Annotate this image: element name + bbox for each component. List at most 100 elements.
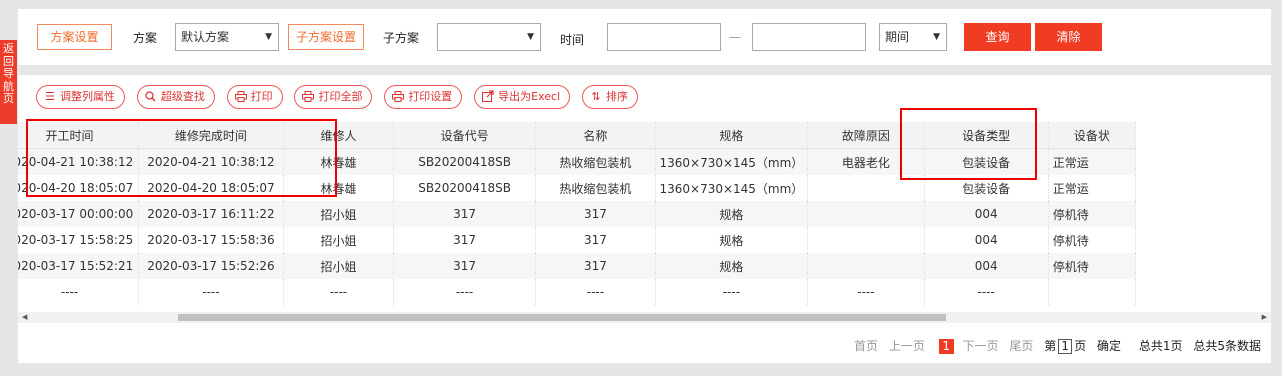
cell-device-type: 004	[924, 227, 1049, 253]
subscheme-label: 子方案	[383, 31, 420, 45]
export-excel-label: 导出为Execl	[498, 90, 561, 103]
time-label: 时间	[560, 33, 585, 47]
table-header-row: 开工时间 维修完成时间 维修人 设备代号 名称 规格 故障原因 设备类型 设备状	[18, 122, 1137, 149]
page-number-input[interactable]: 1	[1058, 339, 1073, 354]
table-row[interactable]: 2020-04-20 18:05:07 2020-04-20 18:05:07 林春…	[18, 175, 1137, 201]
prev-page-link[interactable]: 上一页	[889, 339, 925, 353]
cell-repairer: 招小姐	[283, 253, 394, 279]
cell-spec: 规格	[655, 253, 809, 279]
cell-device-type: 包装设备	[924, 148, 1049, 175]
subscheme-select[interactable]: ▼	[437, 23, 541, 51]
table-row[interactable]: 002020-03-17 15:58:252020-03-17 15:58:36…	[18, 227, 1137, 253]
column-header-device-type[interactable]: 设备类型	[924, 122, 1049, 149]
column-header-spec[interactable]: 规格	[655, 122, 809, 149]
advanced-search-label: 超级查找	[160, 90, 205, 103]
export-icon	[482, 86, 494, 108]
main-panel: ☰ 调整列属性 超级查找 打印 打印全部 打印设置 导出为Execl ⇅ 排序	[18, 75, 1271, 363]
cell-finish-time: 2020-04-21 10:38:12	[138, 148, 285, 175]
current-page-number[interactable]: 1	[938, 339, 954, 354]
next-page-link[interactable]: 下一页	[963, 339, 999, 353]
print-all-button[interactable]: 打印全部	[294, 85, 373, 109]
cell-name: 317	[535, 227, 656, 253]
cell-finish-time: ----	[138, 279, 285, 305]
print-settings-button[interactable]: 打印设置	[384, 85, 463, 109]
total-records: 总共5条数据	[1193, 339, 1261, 353]
query-button[interactable]: 查询	[964, 23, 1031, 51]
adjust-columns-button[interactable]: ☰ 调整列属性	[36, 85, 125, 109]
column-header-finish-time[interactable]: 维修完成时间	[138, 122, 285, 149]
scheme-select[interactable]: 默认方案 ▼	[175, 23, 279, 51]
first-page-link[interactable]: 首页	[854, 339, 878, 353]
chevron-down-icon: ▼	[933, 32, 940, 42]
scroll-right-icon[interactable]: ▶	[1262, 312, 1267, 323]
column-header-repairer[interactable]: 维修人	[283, 122, 394, 149]
table-row[interactable]: 002020-03-17 00:00:002020-03-17 16:11:22…	[18, 201, 1137, 227]
sort-button[interactable]: ⇅ 排序	[581, 85, 638, 109]
cell-spec: 1360×730×145（mm）	[655, 148, 809, 175]
scheme-settings-button[interactable]: 方案设置	[37, 24, 112, 50]
scrollbar-thumb[interactable]	[178, 314, 946, 321]
horizontal-scrollbar[interactable]: ◀ ▶	[18, 312, 1271, 323]
page-suffix: 页	[1074, 339, 1087, 353]
table-row[interactable]: 2020-04-21 10:38:12 2020-04-21 10:38:12 林春…	[18, 148, 1137, 175]
sort-label: 排序	[605, 90, 628, 103]
table-row[interactable]: ---- ---- ---- ---- ---- ---- ---- ----	[18, 279, 1137, 305]
scheme-select-value: 默认方案	[181, 30, 230, 44]
data-grid: 开工时间 维修完成时间 维修人 设备代号 名称 规格 故障原因 设备类型 设备状…	[18, 122, 1271, 312]
column-header-device-code[interactable]: 设备代号	[393, 122, 537, 149]
cell-device-code: SB20200418SB	[393, 175, 537, 201]
cell-device-status	[1048, 279, 1137, 305]
clear-button[interactable]: 清除	[1035, 23, 1102, 51]
printer-icon	[302, 86, 315, 108]
cell-fault-cause	[807, 175, 925, 201]
cell-device-status: 正常运	[1048, 175, 1137, 201]
cell-fault-cause	[807, 201, 925, 227]
subscheme-settings-button[interactable]: 子方案设置	[288, 24, 364, 50]
cell-repairer: 招小姐	[283, 201, 394, 227]
export-excel-button[interactable]: 导出为Execl	[474, 85, 571, 109]
adjust-columns-label: 调整列属性	[60, 90, 115, 103]
column-header-device-status[interactable]: 设备状	[1048, 122, 1137, 149]
cell-name: 热收缩包装机	[535, 148, 656, 175]
cell-device-status: 停机待	[1048, 227, 1137, 253]
cell-spec: ----	[655, 279, 809, 305]
table-row[interactable]: 002020-03-17 15:52:212020-03-17 15:52:26…	[18, 253, 1137, 279]
cell-device-code: 317	[393, 227, 537, 253]
cell-finish-time: 2020-03-17 15:52:26	[138, 253, 285, 279]
column-header-fault-cause[interactable]: 故障原因	[807, 122, 925, 149]
cell-start-time: 2020-03-17 15:58:25	[18, 227, 139, 253]
printer-icon	[234, 86, 247, 108]
toolbar: ☰ 调整列属性 超级查找 打印 打印全部 打印设置 导出为Execl ⇅ 排序	[36, 85, 646, 111]
cell-name: 热收缩包装机	[535, 175, 656, 201]
column-header-start-time[interactable]: 开工时间	[18, 122, 139, 149]
cell-spec: 1360×730×145（mm）	[655, 175, 809, 201]
period-select[interactable]: 期间 ▼	[879, 23, 947, 51]
confirm-page-button[interactable]: 确定	[1097, 339, 1121, 353]
time-end-input[interactable]	[752, 23, 866, 51]
page-prefix: 第	[1044, 339, 1057, 353]
print-button[interactable]: 打印	[226, 85, 283, 109]
cell-device-type: 包装设备	[924, 175, 1049, 201]
print-settings-label: 打印设置	[408, 90, 453, 103]
advanced-search-button[interactable]: 超级查找	[136, 85, 215, 109]
data-table: 开工时间 维修完成时间 维修人 设备代号 名称 规格 故障原因 设备类型 设备状…	[18, 122, 1137, 305]
cell-device-code: 317	[393, 253, 537, 279]
scheme-label: 方案	[133, 31, 158, 45]
back-to-nav-tab[interactable]: 返回导航页	[0, 40, 17, 124]
cell-start-time: 2020-03-17 00:00:00	[18, 201, 139, 227]
cell-spec: 规格	[655, 201, 809, 227]
cell-device-code: 317	[393, 201, 537, 227]
cell-fault-cause: 电器老化	[807, 148, 925, 175]
cell-start-time: ----	[18, 279, 139, 305]
total-pages: 总共1页	[1138, 339, 1183, 353]
last-page-link[interactable]: 尾页	[1009, 339, 1033, 353]
cell-start-time: 2020-04-20 18:05:07	[18, 175, 139, 201]
cell-fault-cause	[807, 227, 925, 253]
cell-finish-time: 2020-04-20 18:05:07	[138, 175, 285, 201]
column-header-name[interactable]: 名称	[535, 122, 656, 149]
time-start-input[interactable]	[607, 23, 721, 51]
print-label: 打印	[250, 90, 273, 103]
scroll-left-icon[interactable]: ◀	[22, 312, 27, 323]
cell-finish-time: 2020-03-17 15:58:36	[138, 227, 285, 253]
cell-repairer: 林春雄	[283, 148, 394, 175]
